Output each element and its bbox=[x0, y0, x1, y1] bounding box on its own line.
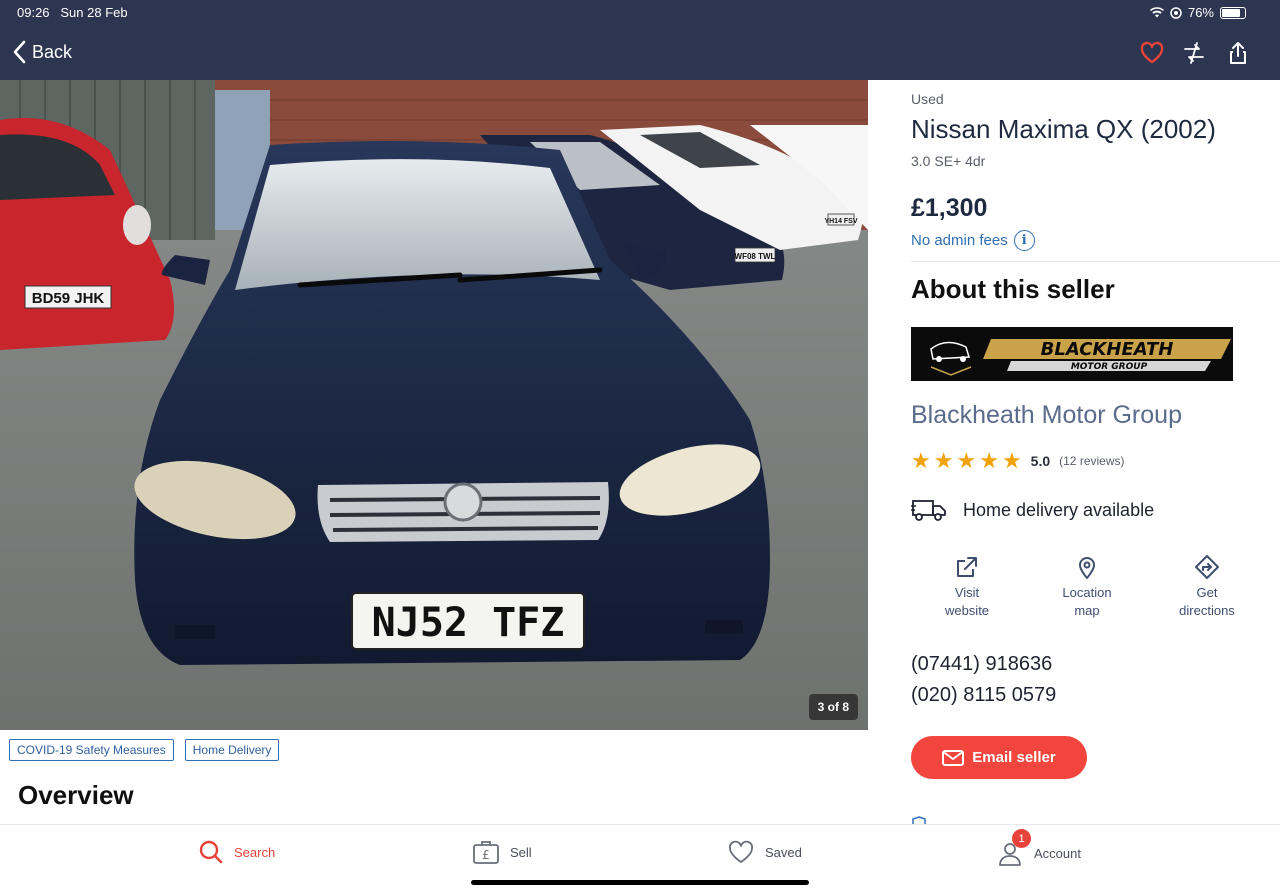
tab-saved-label: Saved bbox=[765, 844, 802, 860]
photo-counter: 3 of 8 bbox=[808, 694, 858, 720]
condition-label: Used bbox=[911, 91, 944, 107]
chevron-left-icon bbox=[13, 40, 26, 64]
visit-label-line1: Visit bbox=[954, 585, 980, 600]
heart-outline-icon bbox=[729, 840, 753, 863]
seller-logo: BLACKHEATH MOTOR GROUP bbox=[911, 327, 1233, 381]
home-delivery: Home delivery available bbox=[911, 498, 1154, 522]
tab-search-label: Search bbox=[234, 844, 276, 860]
compare-icon[interactable] bbox=[1181, 40, 1207, 66]
price: £1,300 bbox=[911, 194, 988, 222]
logo-text: BLACKHEATH bbox=[1041, 339, 1174, 360]
directions-icon bbox=[1195, 555, 1219, 579]
rating-score: 5.0 bbox=[1030, 453, 1051, 469]
account-icon-wrap: 1 bbox=[996, 829, 1031, 867]
top-navigation-bar: 09:26 Sun 28 Feb 76% Back bbox=[0, 0, 1280, 80]
location-label-line1: Location bbox=[1062, 585, 1112, 600]
tab-sell-label: Sell bbox=[510, 844, 532, 860]
tab-saved[interactable]: Saved bbox=[727, 839, 802, 865]
cut-off-content bbox=[911, 816, 927, 824]
status-bar-time: 09:26 Sun 28 Feb bbox=[17, 5, 128, 20]
car-photo-illustration: BD59 JHK WF08 TWL YH14 FSV NJ52 TFZ bbox=[0, 80, 868, 730]
home-indicator bbox=[471, 880, 809, 885]
seller-rating[interactable]: ★ ★ ★ ★ ★ 5.0 (12 reviews) bbox=[911, 448, 1125, 473]
date: Sun 28 Feb bbox=[60, 5, 128, 20]
visit-label-line2: website bbox=[944, 603, 990, 618]
envelope-icon bbox=[942, 749, 965, 766]
wifi-icon bbox=[1149, 7, 1164, 18]
plate-mid: WF08 TWL bbox=[735, 252, 776, 261]
directions-label-line1: Get bbox=[1196, 585, 1218, 600]
phone-number-1[interactable]: (07441) 918636 bbox=[911, 653, 1052, 676]
seller-heading: About this seller bbox=[911, 274, 1115, 304]
search-icon bbox=[199, 840, 223, 864]
clock: 09:26 bbox=[17, 5, 50, 20]
tab-account-label: Account bbox=[1034, 845, 1081, 861]
tag-covid-safety[interactable]: COVID-19 Safety Measures bbox=[9, 739, 174, 761]
vehicle-photo[interactable]: BD59 JHK WF08 TWL YH14 FSV NJ52 TFZ 3 of… bbox=[0, 80, 868, 730]
shield-icon bbox=[912, 816, 926, 824]
tab-sell[interactable]: £ Sell bbox=[472, 839, 532, 865]
dealer-name-link[interactable]: Blackheath Motor Group bbox=[911, 401, 1182, 430]
truck-icon bbox=[911, 500, 946, 521]
plate-main: NJ52 TFZ bbox=[372, 600, 565, 646]
vehicle-subtitle: 3.0 SE+ 4dr bbox=[911, 153, 986, 169]
share-icon[interactable] bbox=[1225, 40, 1251, 66]
star-icon: ★ bbox=[979, 448, 999, 473]
plate-right: YH14 FSV bbox=[824, 218, 857, 225]
star-icon: ★ bbox=[933, 448, 954, 473]
star-icon: ★ bbox=[911, 448, 931, 473]
visit-website-button[interactable]: Visit website bbox=[917, 554, 1017, 620]
svg-text:£: £ bbox=[482, 848, 490, 862]
logo-subtext: MOTOR GROUP bbox=[1071, 362, 1148, 372]
divider bbox=[911, 261, 1280, 262]
overview-heading: Overview bbox=[18, 780, 134, 810]
map-pin-icon bbox=[1079, 557, 1095, 579]
back-button[interactable]: Back bbox=[12, 40, 72, 64]
get-directions-button[interactable]: Get directions bbox=[1157, 554, 1257, 620]
location-label-line2: map bbox=[1074, 603, 1100, 618]
vehicle-title: Nissan Maxima QX (2002) bbox=[911, 114, 1216, 144]
email-seller-label: Email seller bbox=[972, 749, 1056, 766]
info-icon[interactable]: i bbox=[1013, 230, 1035, 251]
plate-left: BD59 JHK bbox=[32, 290, 105, 307]
star-icon: ★ bbox=[956, 448, 977, 473]
phone-number-2[interactable]: (020) 8115 0579 bbox=[911, 684, 1056, 707]
back-label: Back bbox=[32, 41, 73, 62]
admin-fees-label: No admin fees bbox=[911, 232, 1008, 249]
tab-search[interactable]: Search bbox=[198, 839, 275, 865]
battery-icon bbox=[1220, 6, 1246, 19]
account-badge: 1 bbox=[1012, 829, 1031, 848]
tag-home-delivery[interactable]: Home Delivery bbox=[184, 739, 280, 761]
email-seller-button[interactable]: Email seller bbox=[911, 736, 1087, 779]
location-map-button[interactable]: Location map bbox=[1037, 554, 1137, 620]
external-link-icon bbox=[957, 557, 977, 577]
directions-label-line2: directions bbox=[1179, 603, 1235, 618]
star-icon: ★ bbox=[1001, 448, 1022, 473]
sell-icon: £ bbox=[473, 841, 499, 864]
admin-fees[interactable]: No admin fees i bbox=[911, 230, 1035, 251]
feature-tags: COVID-19 Safety Measures Home Delivery bbox=[9, 739, 280, 761]
location-lock-icon bbox=[1170, 6, 1182, 19]
status-bar-right: 76% bbox=[1149, 5, 1246, 20]
battery-percentage: 76% bbox=[1187, 5, 1214, 20]
heart-icon[interactable] bbox=[1139, 40, 1165, 66]
delivery-label: Home delivery available bbox=[963, 499, 1155, 520]
tab-account[interactable]: 1 Account bbox=[996, 829, 1081, 867]
reviews-count[interactable]: (12 reviews) bbox=[1059, 454, 1124, 468]
